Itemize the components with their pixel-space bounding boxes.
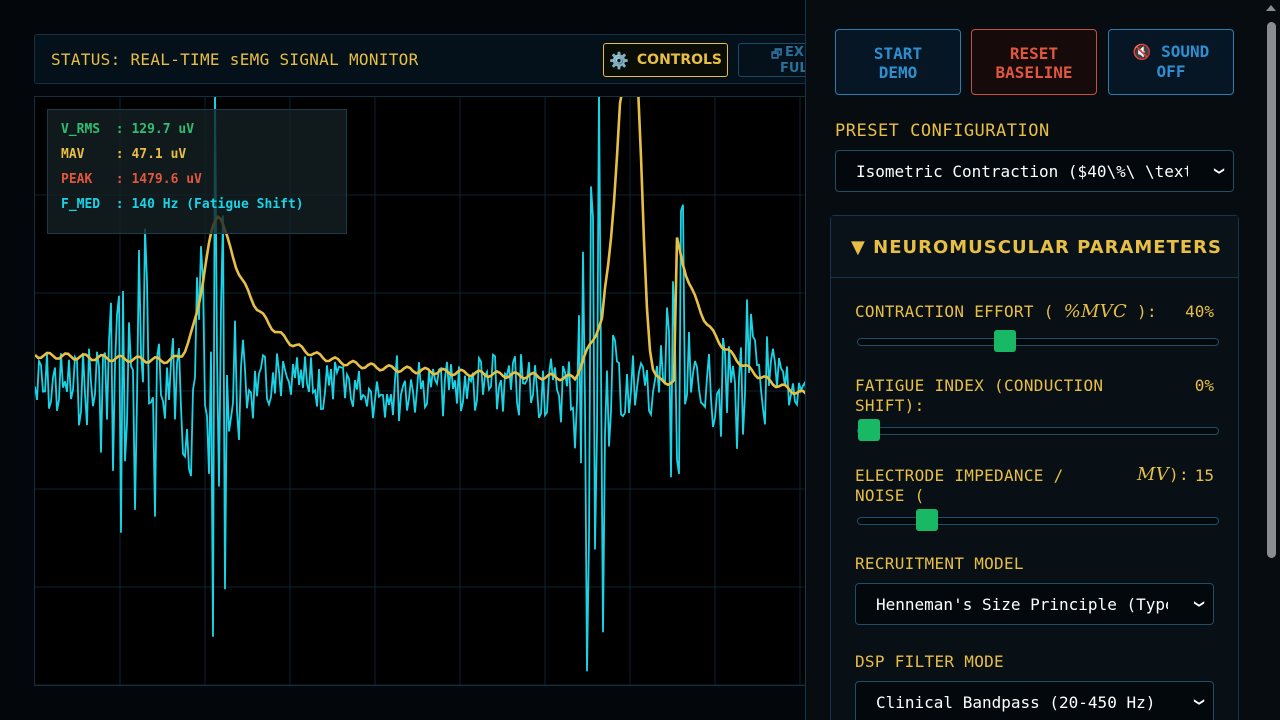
start-button-label-2: DEMO (878, 63, 918, 82)
reset-baseline-button[interactable]: RESET BASELINE (971, 29, 1097, 95)
reset-button-label-1: RESET (1009, 44, 1059, 63)
effort-label-prefix: CONTRACTION EFFORT ( (855, 302, 1054, 321)
effort-label: CONTRACTION EFFORT ( %MVC ): (855, 302, 1157, 322)
chevron-down-icon: ❮ (1210, 166, 1227, 176)
impedance-slider-thumb[interactable] (915, 509, 938, 531)
effort-label-suffix: ): (1137, 302, 1157, 321)
chevron-down-icon: ❮ (1190, 599, 1207, 609)
expand-window-icon: 🗗 (771, 47, 783, 61)
fmed-readout: F_MED : 140 Hz (Fatigue Shift) (61, 197, 304, 212)
neuromuscular-parameters-section: ▼ NEUROMUSCULAR PARAMETERS CONTRACTION E… (830, 215, 1239, 720)
impedance-label-math-wrap: MV): (1137, 465, 1189, 485)
effort-slider[interactable] (857, 330, 1219, 352)
panel-scrollbar[interactable] (1262, 0, 1280, 720)
preset-select[interactable]: Isometric Contraction ($40\%\ \text{MVC}… (835, 150, 1234, 192)
control-panel: START DEMO RESET BASELINE 🔇 SOUND OFF PR… (805, 0, 1280, 720)
start-demo-button[interactable]: START DEMO (835, 29, 961, 95)
recruitment-label: RECRUITMENT MODEL (855, 554, 1024, 573)
parameters-section-title: NEUROMUSCULAR PARAMETERS (873, 237, 1222, 258)
status-bar: STATUS: REAL-TIME sEMG SIGNAL MONITOR ⚙️… (34, 34, 858, 84)
controls-button-label: CONTROLS (636, 52, 723, 68)
parameters-section-header[interactable]: ▼ NEUROMUSCULAR PARAMETERS (831, 216, 1238, 278)
status-text: STATUS: REAL-TIME sEMG SIGNAL MONITOR (51, 50, 419, 69)
impedance-label-suffix: ): (1169, 465, 1189, 484)
impedance-value: 15 (1194, 466, 1214, 485)
vrms-readout: V_RMS : 129.7 uV (61, 122, 195, 137)
parameters-section-title-wrap: ▼ NEUROMUSCULAR PARAMETERS (851, 237, 1222, 258)
scrollbar-thumb[interactable] (1267, 22, 1276, 558)
monitor-area: STATUS: REAL-TIME sEMG SIGNAL MONITOR ⚙️… (0, 0, 858, 720)
dsp-select-value: Clinical Bandpass (20-450 Hz) (876, 693, 1156, 712)
sound-button-label-2: OFF (1156, 62, 1186, 81)
fatigue-value: 0% (1194, 376, 1214, 395)
collapse-triangle-icon: ▼ (851, 237, 866, 258)
dsp-label: DSP FILTER MODE (855, 652, 1004, 671)
preset-select-value: Isometric Contraction ($40\%\ \text{MVC}… (856, 162, 1188, 181)
dsp-filter-select[interactable]: Clinical Bandpass (20-450 Hz) ❮ (855, 681, 1214, 720)
chevron-down-icon: ❮ (1190, 697, 1207, 707)
controls-button[interactable]: ⚙️ CONTROLS (603, 43, 728, 77)
preset-label: PRESET CONFIGURATION (835, 121, 1050, 141)
reset-button-label-2: BASELINE (995, 63, 1073, 82)
impedance-slider[interactable] (857, 509, 1219, 531)
metrics-readout: V_RMS : 129.7 uV MAV : 47.1 uV PEAK : 14… (47, 109, 347, 234)
fatigue-label: FATIGUE INDEX (CONDUCTION SHIFT): (855, 376, 1104, 415)
recruitment-select-value: Henneman's Size Principle (Type I → II) (876, 595, 1168, 614)
fatigue-slider[interactable] (857, 419, 1219, 441)
speaker-muted-icon: 🔇 (1132, 43, 1152, 61)
fatigue-slider-thumb[interactable] (858, 419, 880, 441)
sound-button-label-1: SOUND (1161, 42, 1210, 61)
effort-slider-thumb[interactable] (994, 330, 1016, 352)
effort-value: 40% (1185, 302, 1214, 321)
impedance-label: ELECTRODE IMPEDANCE / NOISE ( (855, 466, 1064, 505)
effort-label-math: %MVC (1063, 301, 1128, 322)
sound-toggle-button[interactable]: 🔇 SOUND OFF (1108, 29, 1234, 95)
gear-icon: ⚙️ (608, 50, 629, 70)
impedance-label-math: MV (1137, 464, 1170, 485)
peak-readout: PEAK : 1479.6 uV (61, 172, 202, 187)
scroll-up-arrow-icon[interactable] (1266, 5, 1276, 11)
mav-readout: MAV : 47.1 uV (61, 147, 187, 162)
start-button-label-1: START (873, 44, 923, 63)
signal-plot: V_RMS : 129.7 uV MAV : 47.1 uV PEAK : 14… (34, 96, 834, 686)
recruitment-select[interactable]: Henneman's Size Principle (Type I → II) … (855, 583, 1214, 625)
